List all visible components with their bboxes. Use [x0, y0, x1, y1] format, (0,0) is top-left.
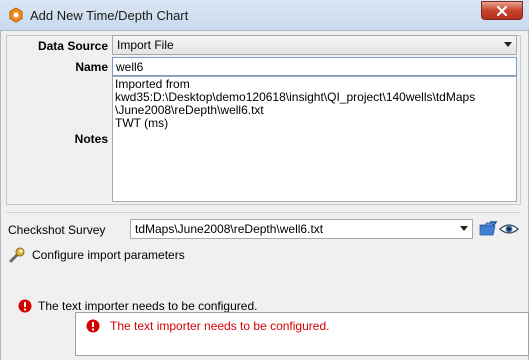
wrench-icon — [9, 247, 25, 263]
status-error: The text importer needs to be configured… — [18, 299, 257, 313]
error-tooltip: The text importer needs to be configured… — [75, 312, 529, 356]
checkshot-survey-label: Checkshot Survey — [8, 223, 106, 237]
chevron-down-icon — [504, 42, 512, 47]
data-source-value: Import File — [117, 38, 174, 52]
status-error-text: The text importer needs to be configured… — [38, 299, 258, 313]
close-icon — [496, 5, 508, 16]
title-bar: Add New Time/Depth Chart — [0, 0, 529, 31]
tooltip-text: The text importer needs to be configured… — [110, 319, 330, 333]
data-source-select[interactable]: Import File — [112, 35, 517, 55]
checkshot-survey-select[interactable]: tdMaps\June2008\reDepth\well6.txt — [130, 219, 473, 239]
close-button[interactable] — [481, 1, 523, 20]
divider — [6, 212, 521, 213]
app-icon — [9, 7, 23, 23]
name-label: Name — [75, 60, 108, 74]
notes-textarea[interactable]: Imported from kwd35:D:\Desktop\demo12061… — [112, 76, 517, 202]
configure-label: Configure import parameters — [32, 248, 185, 262]
error-icon — [86, 319, 100, 333]
error-icon — [18, 299, 32, 313]
chevron-down-icon — [460, 226, 468, 231]
notes-label: Notes — [74, 132, 108, 146]
eye-icon[interactable] — [499, 220, 519, 238]
name-field[interactable]: well6 — [112, 57, 517, 76]
data-source-label: Data Source — [37, 39, 108, 53]
checkshot-survey-value: tdMaps\June2008\reDepth\well6.txt — [135, 222, 324, 236]
name-value: well6 — [116, 60, 144, 74]
window-title: Add New Time/Depth Chart — [30, 8, 189, 23]
configure-import-parameters-link[interactable]: Configure import parameters — [8, 246, 185, 264]
open-folder-icon[interactable] — [478, 220, 498, 238]
